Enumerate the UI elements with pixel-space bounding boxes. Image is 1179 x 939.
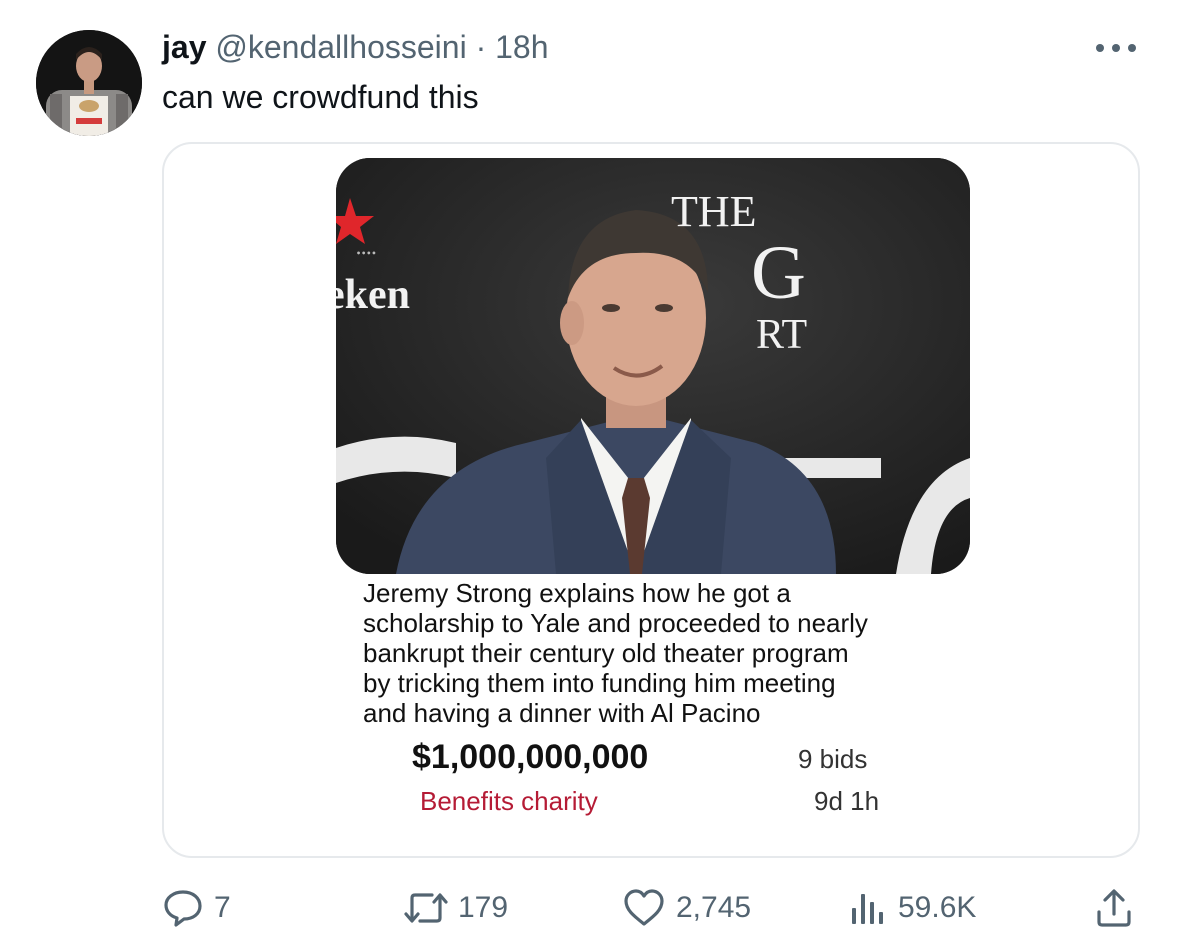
- repost-button[interactable]: 179: [404, 886, 508, 930]
- repost-count: 179: [458, 891, 509, 924]
- photo-sign-rt: RT: [756, 312, 807, 358]
- reply-bubble-icon: [164, 890, 202, 927]
- like-count: 2,745: [676, 891, 752, 924]
- photo-sign-the: THE: [671, 187, 757, 236]
- photo-illustration: •••• eken THE G RT: [336, 158, 970, 574]
- views-button[interactable]: 59.6K: [848, 886, 976, 930]
- photo-sign-brand: eken: [336, 272, 410, 318]
- more-options-button[interactable]: [1092, 30, 1140, 66]
- time-left: 9d 1h: [814, 786, 880, 816]
- charity-label: Benefits charity: [420, 786, 598, 816]
- card-photo[interactable]: •••• eken THE G RT: [336, 158, 970, 574]
- listing-price: $1,000,000,000: [412, 738, 649, 776]
- tweet-header: jay @kendallhosseini · 18h: [162, 26, 549, 68]
- display-name[interactable]: jay: [162, 29, 206, 65]
- more-horizontal-icon: [1096, 44, 1136, 52]
- user-handle[interactable]: @kendallhosseini: [215, 29, 466, 65]
- tweet-action-bar: 7 179 2,745 59.6K: [0, 880, 1179, 936]
- photo-sign-g: G: [751, 231, 806, 315]
- reply-count: 7: [214, 891, 231, 924]
- listing-title: Jeremy Strong explains how he got a scho…: [363, 578, 868, 728]
- tweet-text: can we crowdfund this: [162, 79, 479, 115]
- view-count: 59.6K: [898, 891, 977, 924]
- analytics-bars-icon: [852, 894, 883, 924]
- media-card[interactable]: •••• eken THE G RT: [162, 142, 1140, 858]
- share-upload-icon: [1097, 889, 1131, 927]
- reply-button[interactable]: 7: [162, 886, 231, 930]
- share-button[interactable]: [1094, 886, 1134, 930]
- svg-text:••••: ••••: [356, 249, 376, 258]
- repost-arrows-icon: [404, 893, 448, 923]
- avatar[interactable]: [36, 30, 142, 136]
- heart-icon: [624, 889, 664, 926]
- like-button[interactable]: 2,745: [622, 886, 751, 930]
- avatar-image: [36, 30, 142, 136]
- header-separator: ·: [475, 29, 487, 65]
- timestamp[interactable]: 18h: [495, 29, 548, 65]
- bid-count: 9 bids: [798, 744, 868, 774]
